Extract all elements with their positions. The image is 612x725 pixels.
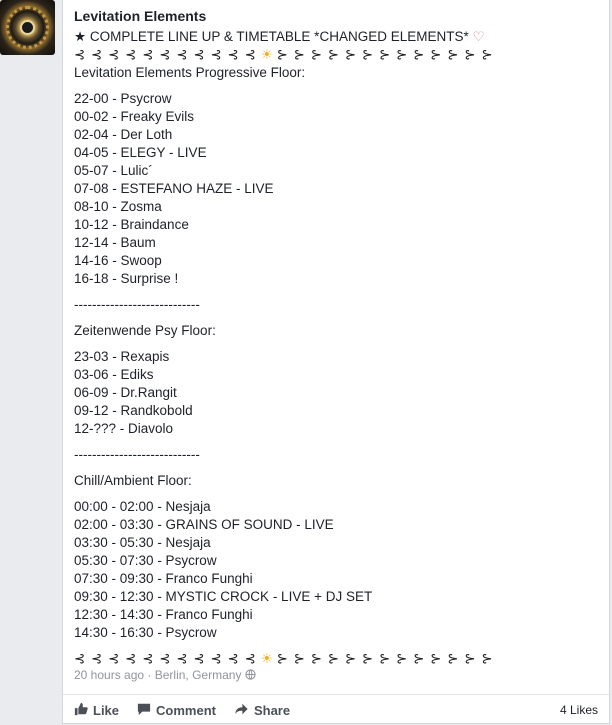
location-link[interactable]: Berlin, Germany	[155, 668, 242, 682]
sun-icon: ☀	[260, 651, 273, 666]
list-item: 09:30 - 12:30 - MYSTIC CROCK - LIVE + DJ…	[74, 589, 373, 604]
action-bar: Like Comment Share	[74, 700, 308, 720]
star-icon: ★	[74, 29, 87, 44]
share-button[interactable]: Share	[234, 702, 290, 719]
list-item: 05-07 - Lulic´	[74, 163, 153, 178]
list-item: 23-03 - Rexapis	[74, 349, 170, 364]
list-item: 00-02 - Freaky Evils	[74, 109, 195, 124]
comment-label: Comment	[156, 702, 216, 718]
section-title: Zeitenwende Psy Floor:	[74, 323, 216, 338]
list-item: 08-10 - Zosma	[74, 199, 162, 214]
list-item: 07:30 - 09:30 - Franco Funghi	[74, 571, 253, 586]
separator: ----------------------------	[74, 297, 200, 312]
list-item: 10-12 - Braindance	[74, 217, 189, 232]
list-item: 03:30 - 05:30 - Nesjaja	[74, 535, 211, 550]
arrows-right: ⊱ ⊱ ⊱ ⊱ ⊱ ⊱ ⊱ ⊱ ⊱ ⊱ ⊱ ⊱ ⊱	[276, 651, 494, 666]
separator: ----------------------------	[74, 447, 200, 462]
list-item: 12-14 - Baum	[74, 235, 156, 250]
avatar-core	[20, 20, 35, 35]
likes-count-link[interactable]: 4 Likes	[560, 703, 598, 717]
page-name-link[interactable]: Levitation Elements	[74, 8, 206, 24]
headline: ★ COMPLETE LINE UP & TIMETABLE *CHANGED …	[74, 28, 599, 46]
post-card: Levitation Elements ★ COMPLETE LINE UP &…	[62, 0, 610, 724]
list-item: 00:00 - 02:00 - Nesjaja	[74, 499, 211, 514]
like-label: Like	[93, 702, 120, 718]
list-item: 02:00 - 03:30 - GRAINS OF SOUND - LIVE	[74, 517, 334, 532]
thumbs-up-icon	[74, 702, 93, 719]
list-item: 06-09 - Dr.Rangit	[74, 385, 177, 400]
list-item: 12-??? - Diavolo	[74, 421, 174, 436]
share-label: Share	[253, 702, 291, 718]
list-item: 14:30 - 16:30 - Psycrow	[74, 625, 217, 640]
list-item: 07-08 - ESTEFANO HAZE - LIVE	[74, 181, 274, 196]
post-body: ★ COMPLETE LINE UP & TIMETABLE *CHANGED …	[74, 28, 599, 668]
arrows-left: ⊰ ⊰ ⊰ ⊰ ⊰ ⊰ ⊰ ⊰ ⊰ ⊰ ⊰	[74, 651, 257, 666]
list-item: 04-05 - ELEGY - LIVE	[74, 145, 207, 160]
headline-text: COMPLETE LINE UP & TIMETABLE *CHANGED EL…	[89, 29, 469, 44]
avatar[interactable]	[0, 0, 55, 55]
sun-icon: ☀	[260, 47, 273, 62]
list-item: 09-12 - Randkobold	[74, 403, 193, 418]
meta-separator: ·	[147, 668, 152, 682]
ornament-line: ⊰ ⊰ ⊰ ⊰ ⊰ ⊰ ⊰ ⊰ ⊰ ⊰ ⊰ ☀ ⊱ ⊱ ⊱ ⊱ ⊱ ⊱ ⊱ ⊱ …	[74, 46, 599, 64]
speech-bubble-icon	[137, 702, 156, 719]
section-title: Levitation Elements Progressive Floor:	[74, 65, 306, 80]
list-item: 14-16 - Swoop	[74, 253, 162, 268]
arrows-right: ⊱ ⊱ ⊱ ⊱ ⊱ ⊱ ⊱ ⊱ ⊱ ⊱ ⊱ ⊱ ⊱	[276, 47, 494, 62]
list-item: 03-06 - Ediks	[74, 367, 154, 382]
timestamp-link[interactable]: 20 hours ago	[74, 668, 144, 682]
section-title: Chill/Ambient Floor:	[74, 473, 192, 488]
list-item: 22-00 - Psycrow	[74, 91, 172, 106]
list-item: 05:30 - 07:30 - Psycrow	[74, 553, 217, 568]
list-item: 16-18 - Surprise !	[74, 271, 179, 286]
ornament-line: ⊰ ⊰ ⊰ ⊰ ⊰ ⊰ ⊰ ⊰ ⊰ ⊰ ⊰ ☀ ⊱ ⊱ ⊱ ⊱ ⊱ ⊱ ⊱ ⊱ …	[74, 650, 599, 668]
like-button[interactable]: Like	[74, 702, 119, 719]
arrows-left: ⊰ ⊰ ⊰ ⊰ ⊰ ⊰ ⊰ ⊰ ⊰ ⊰ ⊰	[74, 47, 257, 62]
heart-icon: ♡	[472, 29, 485, 44]
list-item: 02-04 - Der Loth	[74, 127, 173, 142]
post-meta: 20 hours ago · Berlin, Germany	[74, 668, 256, 683]
comment-button[interactable]: Comment	[137, 702, 216, 719]
globe-icon	[245, 669, 256, 683]
divider	[63, 694, 609, 695]
list-item: 12:30 - 14:30 - Franco Funghi	[74, 607, 253, 622]
share-arrow-icon	[234, 702, 254, 719]
